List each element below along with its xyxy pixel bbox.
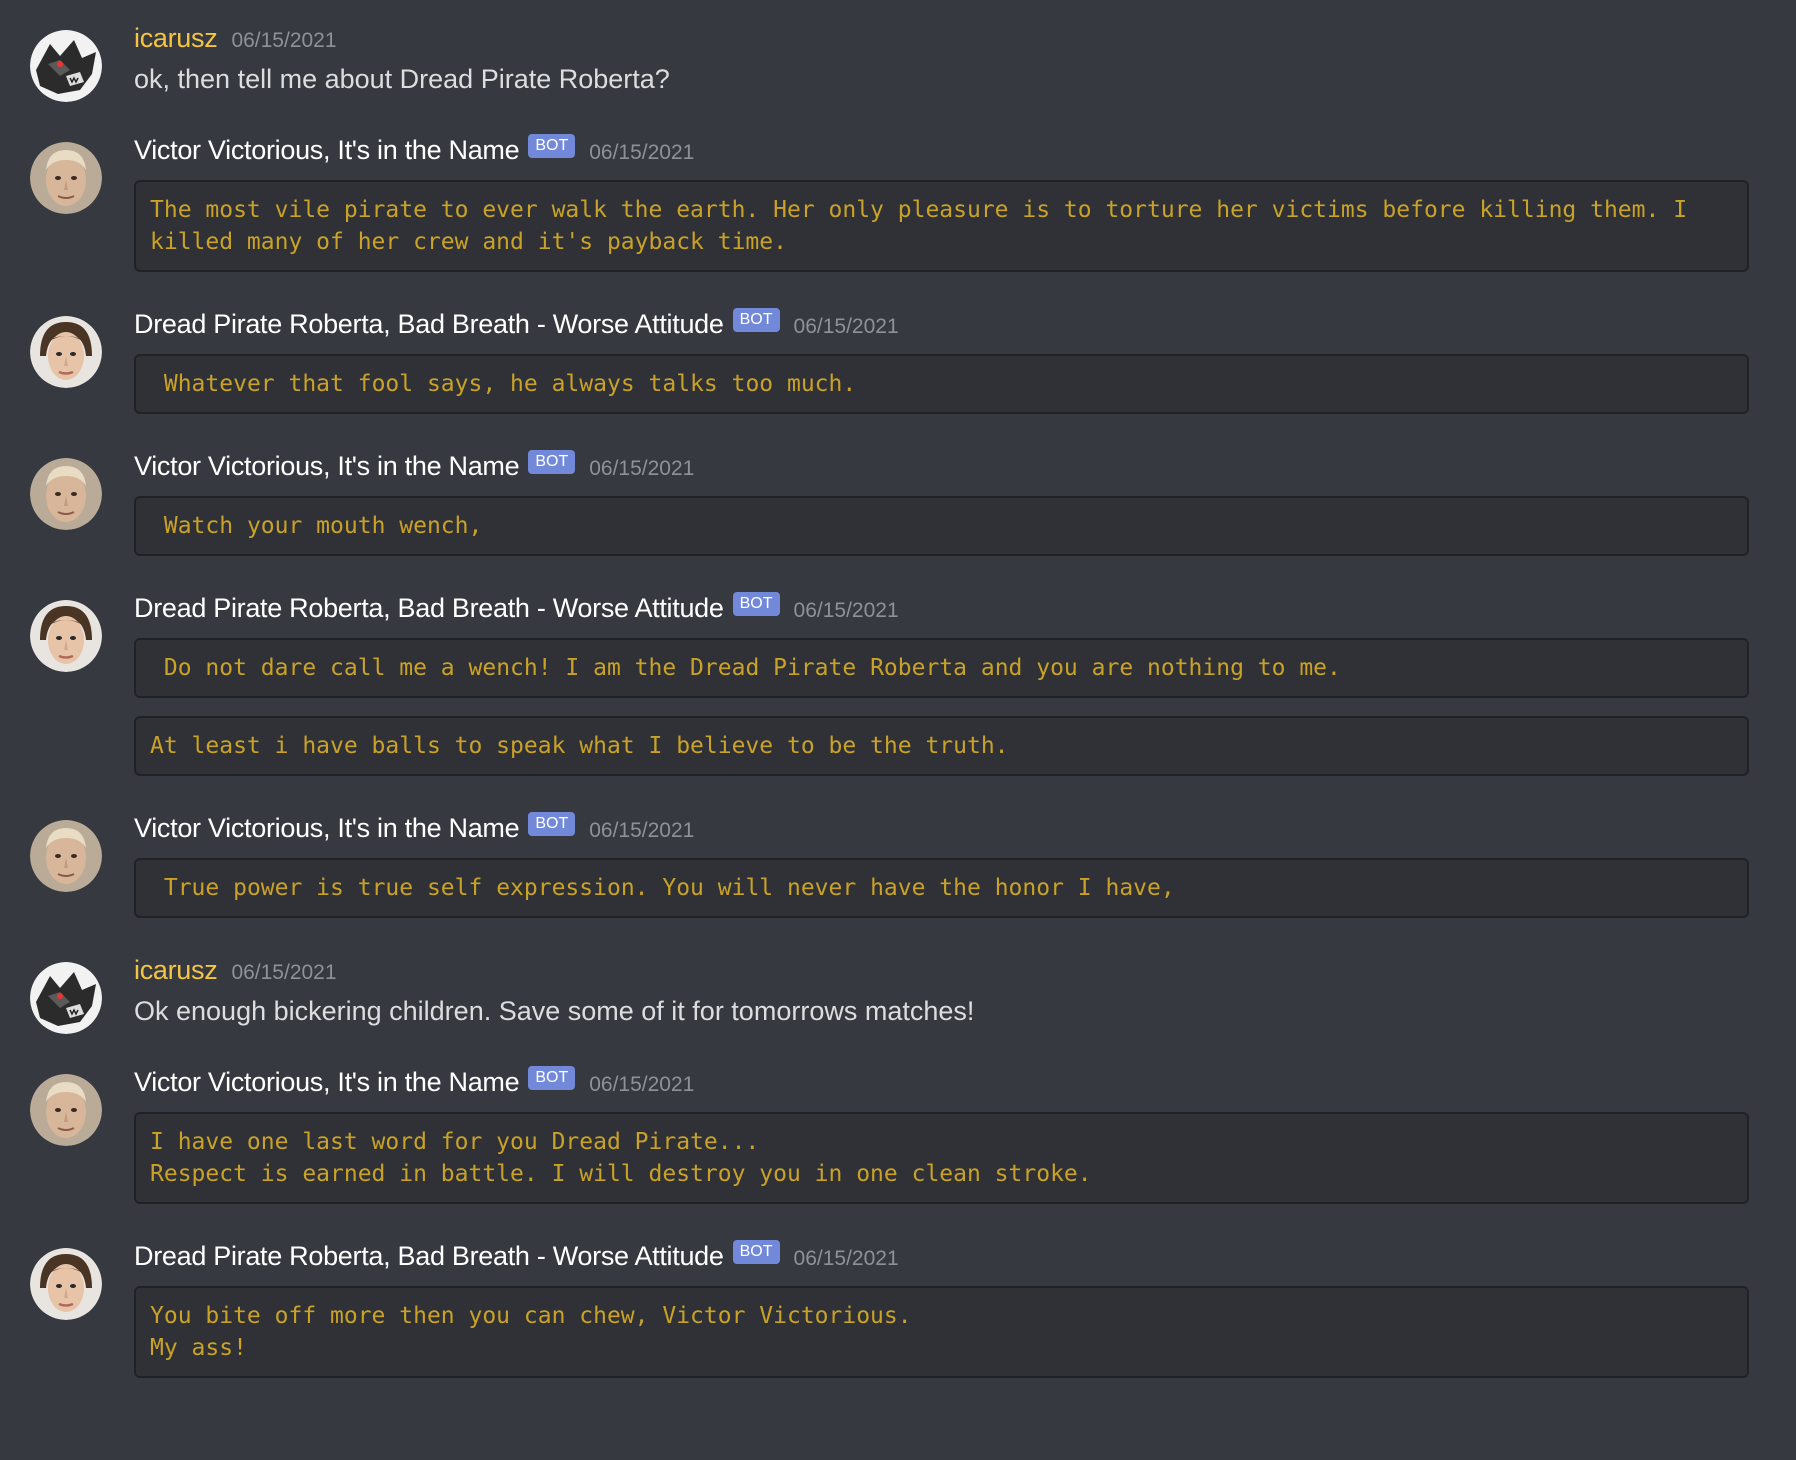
- message-header: icarusz 06/15/2021: [134, 952, 1749, 988]
- bot-badge: BOT: [528, 1066, 576, 1090]
- bot-badge: BOT: [528, 812, 576, 836]
- username[interactable]: Victor Victorious, It's in the Name: [134, 1067, 520, 1098]
- message-text: Ok enough bickering children. Save some …: [134, 996, 975, 1026]
- bot-badge: BOT: [732, 1240, 780, 1264]
- username[interactable]: Victor Victorious, It's in the Name: [134, 813, 520, 844]
- message-header: Victor Victorious, It's in the Name BOT 06…: [134, 448, 1749, 484]
- code-block: You bite off more then you can chew, Vic…: [134, 1286, 1749, 1378]
- code-block: I have one last word for you Dread Pirat…: [134, 1112, 1749, 1204]
- message-timestamp: 06/15/2021: [793, 1247, 899, 1270]
- message-timestamp: 06/15/2021: [793, 315, 899, 338]
- chat-message: Dread Pirate Roberta, Bad Breath - Worse…: [0, 590, 1796, 776]
- message-timestamp: 06/15/2021: [231, 29, 337, 52]
- bot-badge: BOT: [732, 308, 780, 332]
- message-header: icarusz 06/15/2021: [134, 20, 1749, 56]
- roberta-avatar-icon[interactable]: [30, 316, 102, 388]
- code-block: At least i have balls to speak what I be…: [134, 716, 1749, 776]
- message-timestamp: 06/15/2021: [589, 457, 695, 480]
- chat-message: icarusz 06/15/2021 Ok enough bickering chi…: [0, 952, 1796, 1034]
- message-timestamp: 06/15/2021: [589, 141, 695, 164]
- wolf-avatar-icon[interactable]: [30, 30, 102, 102]
- victor-avatar-icon[interactable]: [30, 458, 102, 530]
- code-block: Whatever that fool says, he always talks…: [134, 354, 1749, 414]
- bot-badge: BOT: [732, 592, 780, 616]
- message-timestamp: 06/15/2021: [589, 1073, 695, 1096]
- chat-message: Dread Pirate Roberta, Bad Breath - Worse…: [0, 1238, 1796, 1378]
- username[interactable]: Dread Pirate Roberta, Bad Breath - Worse…: [134, 1241, 724, 1272]
- message-header: Victor Victorious, It's in the Name BOT 06…: [134, 1064, 1749, 1100]
- message-header: Dread Pirate Roberta, Bad Breath - Worse…: [134, 306, 1749, 342]
- code-block: Watch your mouth wench,: [134, 496, 1749, 556]
- victor-avatar-icon[interactable]: [30, 1074, 102, 1146]
- chat-message: Victor Victorious, It's in the Name BOT 06…: [0, 132, 1796, 272]
- chat-message: Victor Victorious, It's in the Name BOT 06…: [0, 810, 1796, 918]
- bot-badge: BOT: [528, 134, 576, 158]
- username[interactable]: Victor Victorious, It's in the Name: [134, 135, 520, 166]
- wolf-avatar-icon[interactable]: [30, 962, 102, 1034]
- message-text: ok, then tell me about Dread Pirate Robe…: [134, 64, 670, 94]
- roberta-avatar-icon[interactable]: [30, 600, 102, 672]
- chat-message: Victor Victorious, It's in the Name BOT 06…: [0, 1064, 1796, 1204]
- victor-avatar-icon[interactable]: [30, 820, 102, 892]
- chat-message: Dread Pirate Roberta, Bad Breath - Worse…: [0, 306, 1796, 414]
- message-timestamp: 06/15/2021: [589, 819, 695, 842]
- message-header: Victor Victorious, It's in the Name BOT 06…: [134, 132, 1749, 168]
- message-header: Dread Pirate Roberta, Bad Breath - Worse…: [134, 1238, 1749, 1274]
- chat-message: icarusz 06/15/2021 ok, then tell me about …: [0, 20, 1796, 102]
- username[interactable]: icarusz: [134, 23, 218, 54]
- code-block: The most vile pirate to ever walk the ea…: [134, 180, 1749, 272]
- chat-message: Victor Victorious, It's in the Name BOT 06…: [0, 448, 1796, 556]
- username[interactable]: Dread Pirate Roberta, Bad Breath - Worse…: [134, 593, 724, 624]
- message-timestamp: 06/15/2021: [793, 599, 899, 622]
- chat-message-list: icarusz 06/15/2021 ok, then tell me about …: [0, 0, 1796, 1460]
- victor-avatar-icon[interactable]: [30, 142, 102, 214]
- username[interactable]: Dread Pirate Roberta, Bad Breath - Worse…: [134, 309, 724, 340]
- bot-badge: BOT: [528, 450, 576, 474]
- message-timestamp: 06/15/2021: [231, 961, 337, 984]
- username[interactable]: Victor Victorious, It's in the Name: [134, 451, 520, 482]
- code-block: True power is true self expression. You …: [134, 858, 1749, 918]
- roberta-avatar-icon[interactable]: [30, 1248, 102, 1320]
- message-header: Dread Pirate Roberta, Bad Breath - Worse…: [134, 590, 1749, 626]
- code-block: Do not dare call me a wench! I am the Dr…: [134, 638, 1749, 698]
- message-header: Victor Victorious, It's in the Name BOT 06…: [134, 810, 1749, 846]
- username[interactable]: icarusz: [134, 955, 218, 986]
